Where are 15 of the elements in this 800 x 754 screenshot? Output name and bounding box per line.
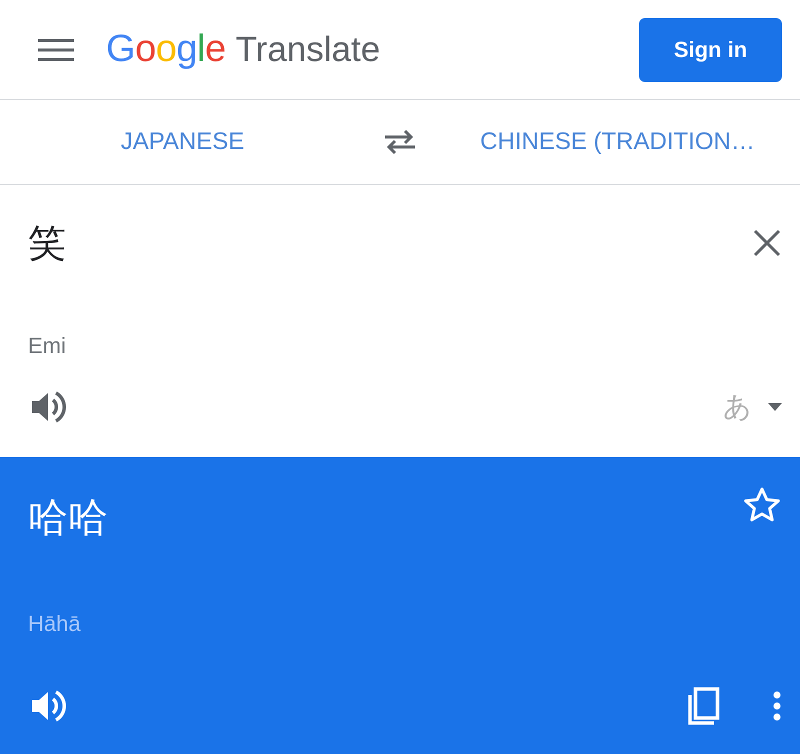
source-language-button[interactable]: JAPANESE xyxy=(116,122,248,162)
swap-icon[interactable] xyxy=(383,130,417,154)
product-name: Translate xyxy=(236,30,380,70)
close-icon[interactable] xyxy=(752,228,782,258)
romanization-text: Hāhā xyxy=(28,612,82,636)
logo-wordmark: Google xyxy=(106,28,226,71)
target-language-button[interactable]: CHINESE (TRADITION… xyxy=(476,122,759,162)
source-text[interactable]: 笑 xyxy=(28,218,66,268)
script-label[interactable]: あ xyxy=(723,388,752,426)
caret-icon[interactable] xyxy=(768,403,782,411)
more-icon[interactable] xyxy=(772,691,782,721)
sign-in-button[interactable]: Sign in xyxy=(639,18,782,82)
menu-icon[interactable] xyxy=(38,38,74,62)
romanization-text: Emi xyxy=(28,334,67,358)
translation-text: 哈哈 xyxy=(28,495,108,542)
